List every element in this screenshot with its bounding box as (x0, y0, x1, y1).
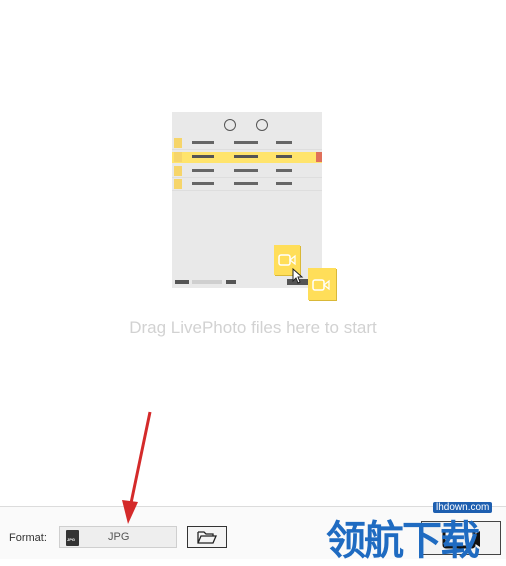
format-icon-text: JPG (67, 537, 76, 542)
illustration-row (172, 179, 322, 189)
illustration-row (172, 138, 322, 148)
illustration-row (172, 166, 322, 176)
video-camera-icon (312, 279, 330, 291)
drop-hint-text: Drag LivePhoto files here to start (129, 318, 377, 337)
watermark-url: lhdown.com (433, 502, 493, 513)
watermark: 领航下载 lhdown.com (326, 498, 506, 564)
window-control-icon (224, 119, 236, 131)
mouse-cursor-icon (292, 268, 304, 284)
watermark-text: 领航下载 (326, 518, 480, 564)
video-camera-icon (278, 254, 296, 266)
window-control-icon (256, 119, 268, 131)
format-label: Format: (9, 532, 47, 544)
video-file-card (308, 268, 336, 300)
red-arrow-icon (122, 411, 152, 524)
format-select[interactable]: JPG JPG (59, 526, 177, 548)
output-folder-button[interactable] (187, 526, 227, 548)
illustration-row-highlighted (172, 152, 322, 163)
open-folder-icon (197, 531, 217, 544)
jpg-file-icon: JPG (66, 530, 79, 546)
drop-zone[interactable]: Drag LivePhoto files here to start (0, 0, 506, 506)
format-value: JPG (108, 531, 130, 543)
